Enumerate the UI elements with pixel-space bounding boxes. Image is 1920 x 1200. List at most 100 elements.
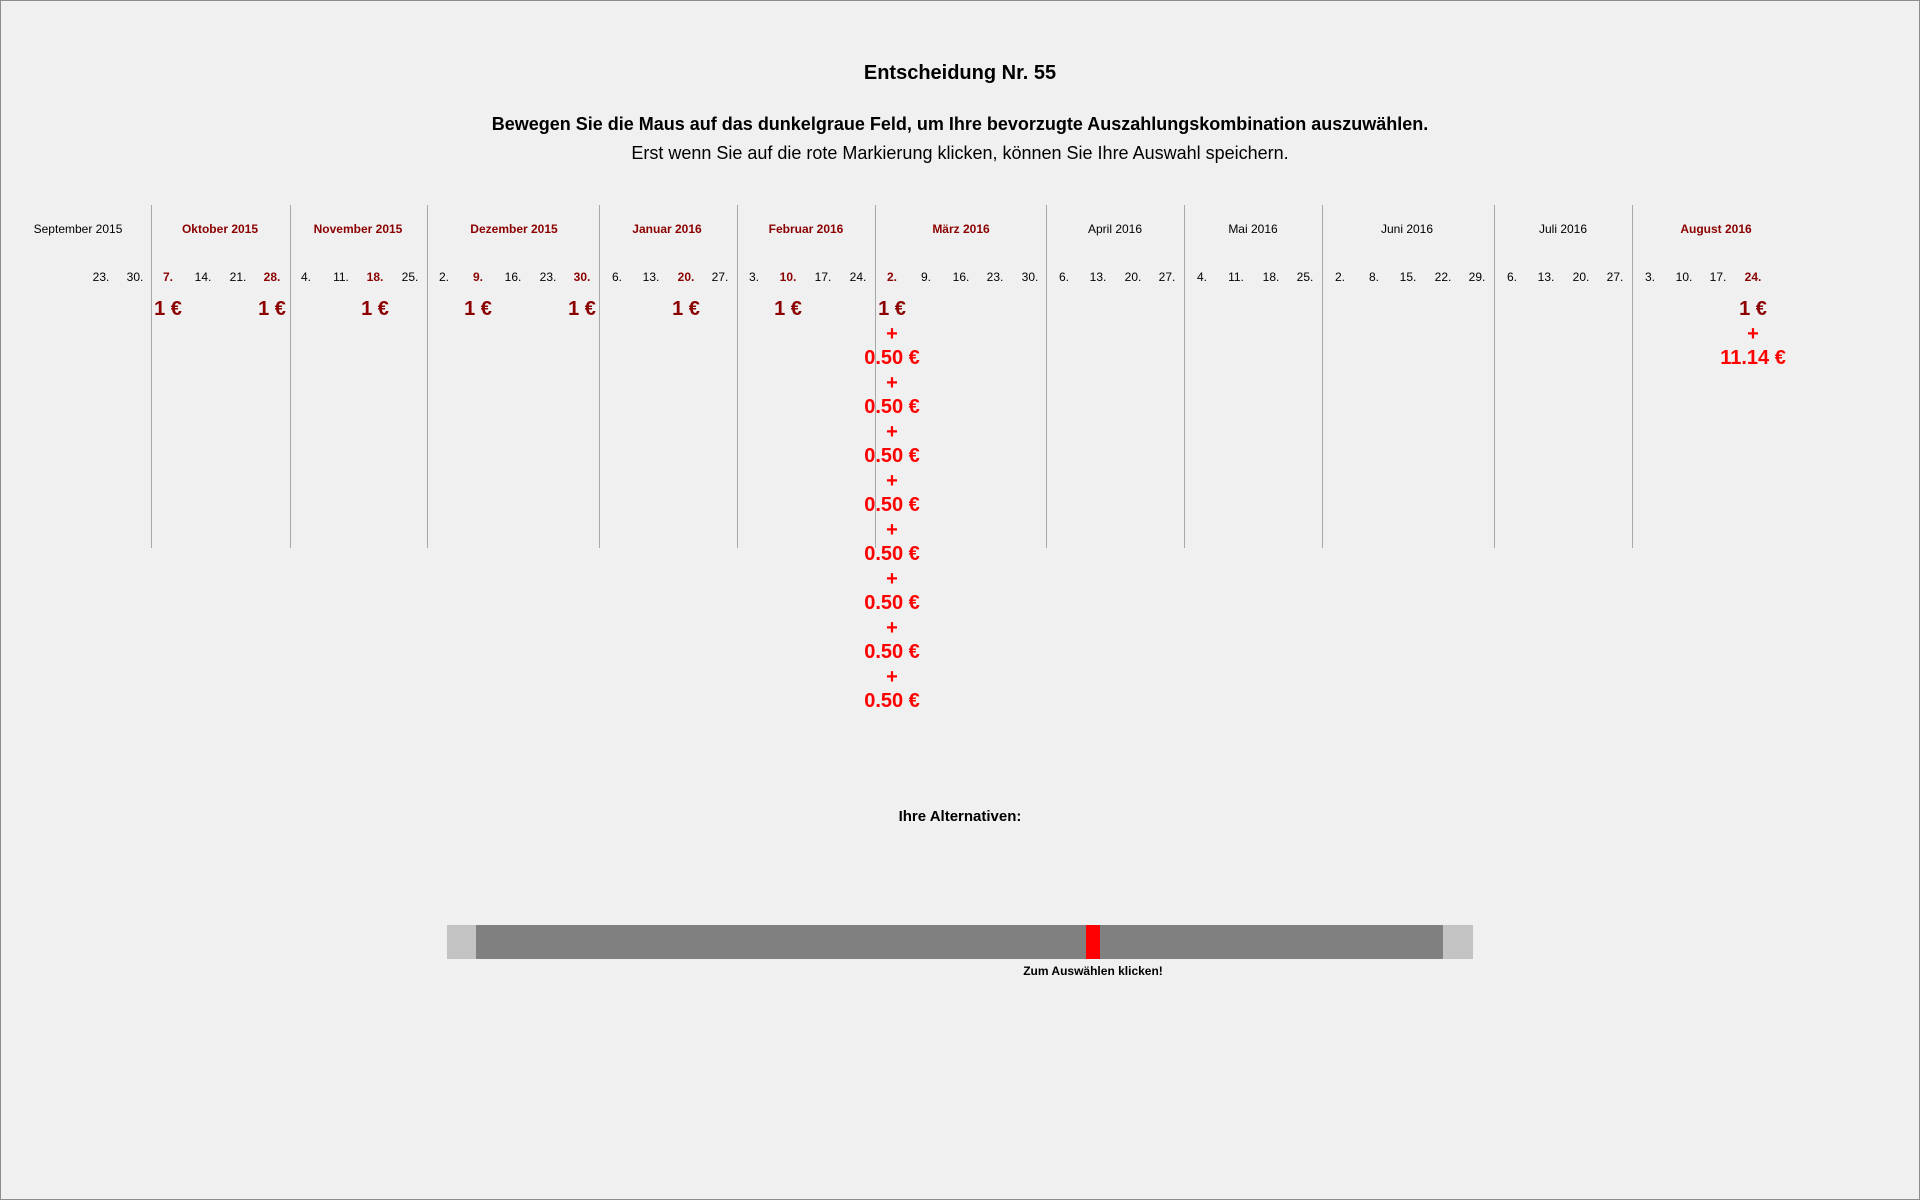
day-label: 6. (1506, 270, 1518, 284)
month-label: Januar 2016 (632, 222, 702, 236)
payment-plus-sign: + (886, 371, 898, 394)
day-label: 15. (1399, 270, 1417, 284)
payment-amount: 1 € (774, 298, 802, 320)
day-label: 25. (401, 270, 419, 284)
click-hint: Zum Auswählen klicken! (1023, 964, 1163, 978)
payment-amount: 1 € (878, 298, 906, 320)
day-label: 7. (162, 270, 174, 284)
month-label: April 2016 (1087, 222, 1143, 236)
day-label: 17. (1709, 270, 1727, 284)
payment-plus-sign: + (1747, 322, 1759, 345)
payment-amount: 0.50 € (864, 690, 920, 712)
payment-plus-sign: + (886, 420, 898, 443)
day-label: 3. (748, 270, 760, 284)
day-label: 9. (920, 270, 932, 284)
payment-amount: 1 € (464, 298, 492, 320)
month-label: November 2015 (313, 222, 403, 236)
day-label: 23. (92, 270, 110, 284)
day-label: 20. (1124, 270, 1142, 284)
day-label: 4. (1196, 270, 1208, 284)
month-divider (1046, 205, 1047, 548)
day-label: 9. (472, 270, 484, 284)
month-label: Oktober 2015 (181, 222, 259, 236)
day-label: 6. (611, 270, 623, 284)
day-label: 24. (1744, 270, 1762, 284)
payment-amount: 11.14 € (1720, 347, 1786, 369)
payment-timeline: September 2015 Oktober 2015 November 2015 D… (0, 0, 1920, 1200)
day-label: 2. (886, 270, 898, 284)
payment-amount: 1 € (672, 298, 700, 320)
month-label: Mai 2016 (1228, 222, 1278, 236)
payment-plus-sign: + (886, 518, 898, 541)
month-label: September 2015 (33, 222, 123, 236)
payment-amount: 1 € (568, 298, 596, 320)
day-label: 4. (300, 270, 312, 284)
payment-amount: 0.50 € (864, 396, 920, 418)
payment-plus-sign: + (886, 322, 898, 345)
day-label: 13. (1089, 270, 1107, 284)
payment-amount: 0.50 € (864, 494, 920, 516)
day-label: 10. (779, 270, 797, 284)
day-label: 20. (677, 270, 695, 284)
day-label: 2. (1334, 270, 1346, 284)
day-label: 29. (1468, 270, 1486, 284)
slider-track[interactable] (476, 925, 1443, 959)
day-label: 13. (1537, 270, 1555, 284)
day-label: 13. (642, 270, 660, 284)
payment-plus-sign: + (886, 567, 898, 590)
day-label: 25. (1296, 270, 1314, 284)
day-label: 16. (952, 270, 970, 284)
day-label: 20. (1572, 270, 1590, 284)
alternatives-slider[interactable] (447, 925, 1473, 959)
month-divider (290, 205, 291, 548)
payment-plus-sign: + (886, 469, 898, 492)
day-label: 8. (1368, 270, 1380, 284)
day-label: 14. (194, 270, 212, 284)
day-label: 28. (263, 270, 281, 284)
month-label: Juni 2016 (1380, 222, 1434, 236)
month-divider (1184, 205, 1185, 548)
month-divider (599, 205, 600, 548)
day-label: 27. (711, 270, 729, 284)
day-label: 11. (1228, 270, 1244, 284)
payment-amount: 1 € (361, 298, 389, 320)
day-label: 27. (1158, 270, 1176, 284)
payment-amount: 0.50 € (864, 543, 920, 565)
day-label: 10. (1675, 270, 1693, 284)
month-divider (1494, 205, 1495, 548)
month-divider (151, 205, 152, 548)
month-divider (1632, 205, 1633, 548)
month-label: Februar 2016 (768, 222, 844, 236)
day-label: 21. (229, 270, 247, 284)
day-label: 30. (573, 270, 591, 284)
month-label: Juli 2016 (1538, 222, 1588, 236)
payment-amount: 1 € (258, 298, 286, 320)
day-label: 18. (366, 270, 384, 284)
day-label: 18. (1262, 270, 1280, 284)
day-label: 27. (1606, 270, 1624, 284)
day-label: 30. (1021, 270, 1039, 284)
day-label: 22. (1434, 270, 1452, 284)
day-label: 16. (504, 270, 522, 284)
day-label: 2. (438, 270, 450, 284)
payment-amount: 0.50 € (864, 641, 920, 663)
payment-amount: 1 € (1739, 298, 1767, 320)
day-label: 24. (849, 270, 867, 284)
payment-plus-sign: + (886, 665, 898, 688)
day-label: 23. (539, 270, 557, 284)
payment-amount: 0.50 € (864, 592, 920, 614)
payment-plus-sign: + (886, 616, 898, 639)
month-divider (1322, 205, 1323, 548)
month-label: August 2016 (1680, 222, 1752, 236)
day-label: 6. (1058, 270, 1070, 284)
day-label: 23. (986, 270, 1004, 284)
month-label: März 2016 (932, 222, 990, 236)
day-label: 11. (333, 270, 349, 284)
payment-amount: 1 € (154, 298, 182, 320)
slider-red-marker[interactable] (1086, 925, 1100, 959)
payment-amount: 0.50 € (864, 347, 920, 369)
payment-amount: 0.50 € (864, 445, 920, 467)
day-label: 30. (126, 270, 144, 284)
month-label: Dezember 2015 (470, 222, 558, 236)
day-label: 17. (814, 270, 832, 284)
